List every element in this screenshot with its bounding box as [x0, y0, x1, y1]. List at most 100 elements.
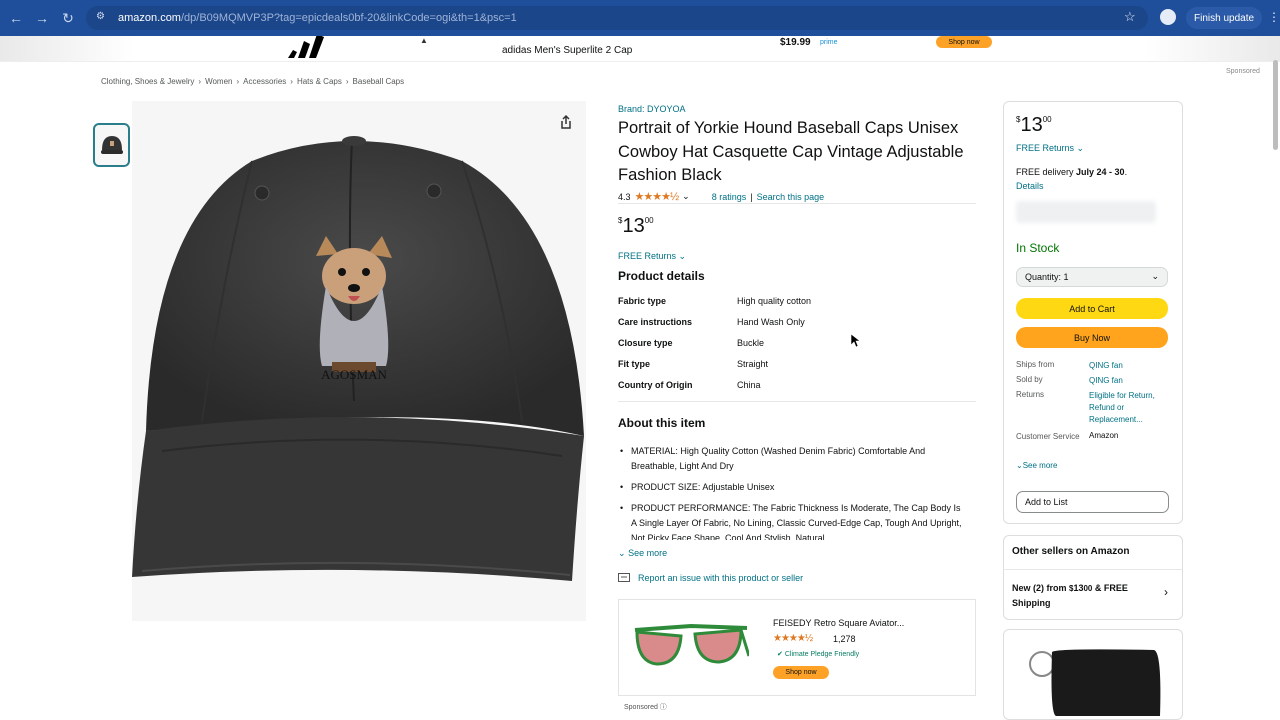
site-info-icon[interactable]: ⚙	[96, 11, 110, 25]
divider	[618, 401, 976, 402]
chevron-down-icon: ⌄	[1016, 461, 1023, 470]
about-heading: About this item	[618, 416, 706, 430]
reload-icon[interactable]: ↻	[58, 8, 78, 28]
cap-thumbnail-icon	[100, 136, 123, 154]
returns-link[interactable]: Eligible for Return, Refund or Replaceme…	[1089, 390, 1169, 426]
breadcrumb-separator: ›	[290, 77, 293, 86]
sponsored-ad-card[interactable]: FEISEDY Retro Square Aviator... ★★★★½ 1,…	[618, 599, 976, 696]
breadcrumb-item[interactable]: Accessories	[243, 77, 286, 86]
chevron-up-icon: ▲	[420, 36, 428, 45]
breadcrumb-item[interactable]: Women	[205, 77, 232, 86]
share-icon[interactable]	[558, 114, 574, 130]
delivery-details-link[interactable]: Details	[1016, 181, 1044, 191]
browser-toolbar: ← → ↻ ⚙ amazon.com/dp/B09MQMVP3P?tag=epi…	[0, 0, 1280, 36]
wallet-image	[1029, 649, 1161, 716]
sunglasses-image	[634, 623, 749, 666]
scrollbar[interactable]	[1273, 60, 1278, 150]
details-row: Fabric type High quality cotton	[618, 296, 812, 306]
brand-link[interactable]: Brand: DYOYOA	[618, 104, 686, 114]
ad-shop-now-button[interactable]: Shop now	[773, 666, 829, 679]
add-to-list-button[interactable]: Add to List	[1016, 491, 1169, 513]
breadcrumb-separator: ›	[198, 77, 202, 86]
breadcrumb-item[interactable]: Clothing, Shoes & Jewelry	[101, 77, 194, 86]
chevron-right-icon[interactable]: ›	[1164, 585, 1168, 599]
adidas-logo-icon	[288, 36, 324, 58]
report-issue-link[interactable]: Report an issue with this product or sel…	[618, 573, 803, 583]
message-icon	[618, 573, 630, 582]
other-sellers-offer-link[interactable]: New (2) from $1300 & FREE Shipping	[1012, 581, 1162, 611]
product-details-heading: Product details	[618, 269, 705, 283]
separator: |	[750, 191, 753, 202]
breadcrumb-separator: ›	[345, 77, 349, 86]
buybox-price: $ 13 00	[1016, 114, 1052, 136]
rating-row: 4.3 ★★★★½ ⌄ 8 ratings | Search this page	[618, 190, 824, 203]
see-more-link[interactable]: ⌄ See more	[618, 548, 667, 559]
banner-shop-now-button[interactable]: Shop now	[936, 36, 992, 48]
profile-avatar-icon[interactable]	[1160, 9, 1176, 25]
main-product-image[interactable]: AGOSMAN	[132, 101, 586, 621]
buybox-free-returns-link[interactable]: FREE Returns ⌄	[1016, 143, 1084, 154]
divider	[1003, 569, 1183, 570]
sponsored-label: Sponsored ⓘ	[624, 704, 667, 711]
chevron-down-icon: ⌄	[1151, 271, 1159, 281]
breadcrumb-separator: ›	[236, 77, 240, 86]
sold-by-link[interactable]: QING fan	[1089, 375, 1169, 387]
breadcrumb-item[interactable]: Hats & Caps	[297, 77, 342, 86]
image-thumbnail[interactable]	[93, 123, 130, 167]
other-sellers-heading: Other sellers on Amazon	[1012, 546, 1130, 557]
details-row: Closure type Buckle	[618, 338, 765, 348]
cap-embroidered-text: AGOSMAN	[321, 367, 387, 382]
free-returns-link[interactable]: FREE Returns ⌄	[618, 251, 686, 262]
banner-price: $19.99	[780, 37, 811, 48]
chevron-down-icon[interactable]: ⌄	[682, 191, 690, 202]
ad-product-title[interactable]: FEISEDY Retro Square Aviator...	[773, 618, 904, 628]
list-item: PRODUCT SIZE: Adjustable Unisex	[620, 480, 965, 495]
seller-info: Ships from QING fan Sold by QING fan Retur…	[1016, 360, 1169, 447]
breadcrumb-item[interactable]: Baseball Caps	[353, 77, 405, 86]
url-path: /dp/B09MQMVP3P?tag=epicdeals0bf-20&linkC…	[180, 12, 517, 24]
baseball-cap-image: AGOSMAN	[132, 136, 584, 581]
url-host: amazon.com	[118, 12, 181, 24]
chevron-down-icon: ⌄	[618, 548, 626, 558]
delivery-info: FREE delivery July 24 - 30.	[1016, 167, 1128, 177]
sponsored-label: Sponsored	[1226, 68, 1260, 75]
blurred-location	[1016, 201, 1156, 223]
browser-menu-icon[interactable]: ⋮	[1268, 10, 1280, 24]
divider	[618, 203, 976, 204]
list-item: MATERIAL: High Quality Cotton (Washed De…	[620, 444, 965, 474]
chevron-down-icon: ⌄	[678, 251, 687, 261]
forward-icon[interactable]: →	[32, 8, 52, 28]
details-row: Care instructions Hand Wash Only	[618, 317, 805, 327]
list-item: PRODUCT PERFORMANCE: The Fabric Thicknes…	[620, 501, 965, 540]
stock-status: In Stock	[1016, 241, 1060, 255]
product-price: $ 13 00	[618, 215, 654, 237]
buybox-see-more-link[interactable]: ⌄See more	[1016, 461, 1057, 470]
prime-badge: prime	[820, 39, 838, 46]
add-to-cart-button[interactable]: Add to Cart	[1016, 298, 1168, 319]
ad-rating-count: 1,278	[833, 634, 856, 644]
address-bar[interactable]: ⚙ amazon.com/dp/B09MQMVP3P?tag=epicdeals…	[86, 6, 1148, 30]
breadcrumb: Clothing, Shoes & Jewelry › Women › Acce…	[101, 77, 404, 86]
climate-pledge-badge: ✔ Climate Pledge Friendly	[777, 651, 860, 658]
chevron-down-icon: ⌄	[1076, 143, 1085, 153]
buy-now-button[interactable]: Buy Now	[1016, 327, 1168, 348]
finish-update-button[interactable]: Finish update	[1186, 7, 1263, 29]
mouse-cursor-icon	[851, 334, 861, 348]
related-product-card[interactable]	[1003, 629, 1183, 720]
leaf-icon: ✔	[777, 651, 783, 658]
rating-stars-icon[interactable]: ★★★★½	[635, 190, 680, 203]
details-row: Fit type Straight	[618, 359, 769, 369]
product-title: Portrait of Yorkie Hound Baseball Caps U…	[618, 119, 964, 184]
product-details-table: Fabric type High quality cotton Care inst…	[618, 296, 811, 401]
details-row: Country of Origin China	[618, 380, 761, 390]
ships-from-link[interactable]: QING fan	[1089, 360, 1169, 372]
back-icon[interactable]: ←	[6, 8, 26, 28]
about-bullets: MATERIAL: High Quality Cotton (Washed De…	[620, 444, 965, 540]
bookmark-star-icon[interactable]: ☆	[1124, 9, 1136, 25]
ad-rating-stars-icon: ★★★★½	[773, 633, 813, 644]
top-banner-ad[interactable]: ▲ adidas Men's Superlite 2 Cap $19.99 pr…	[0, 36, 1280, 62]
ratings-count-link[interactable]: 8 ratings	[712, 192, 747, 202]
search-this-page-link[interactable]: Search this page	[757, 192, 825, 202]
banner-product-title: adidas Men's Superlite 2 Cap	[502, 45, 633, 56]
quantity-select[interactable]: Quantity: 1 ⌄	[1016, 267, 1168, 287]
